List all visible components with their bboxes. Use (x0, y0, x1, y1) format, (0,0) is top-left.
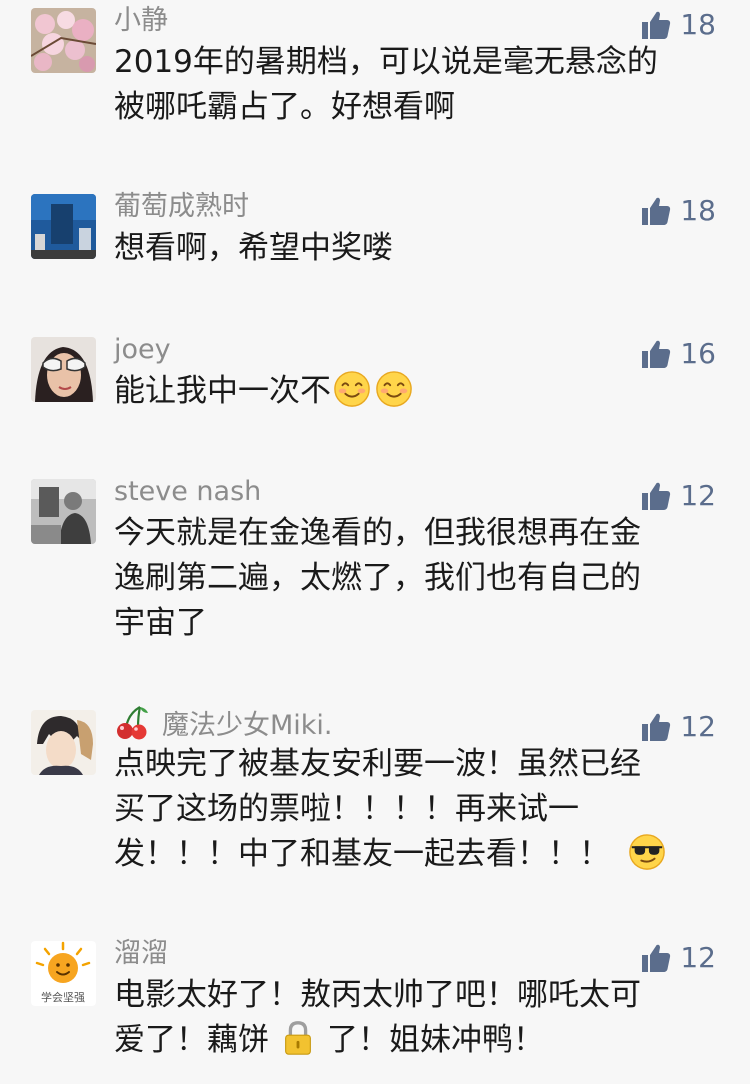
comment-list: 小静 18 2019年的暑期档，可以说是毫无悬念的 被哪吒霸占了。好想看啊 葡萄… (0, 0, 750, 1084)
like-count: 18 (680, 8, 716, 41)
commenter-name: steve nash (114, 476, 262, 507)
avatar[interactable] (31, 479, 96, 544)
like-button[interactable]: 18 (640, 192, 716, 230)
avatar[interactable] (31, 8, 96, 73)
avatar[interactable]: 学会坚强 (31, 941, 96, 1006)
comment-text-segment: 了！姐妹冲鸭！ (327, 1022, 544, 1058)
like-button[interactable]: 12 (640, 939, 716, 977)
commenter-name: 葡萄成熟时 (114, 191, 249, 222)
comment-text: 想看啊，希望中奖喽 (114, 230, 393, 266)
smiling-face-emoji (333, 370, 371, 408)
like-button[interactable]: 16 (640, 335, 716, 373)
like-button[interactable]: 12 (640, 477, 716, 515)
lock-emoji (285, 1021, 311, 1055)
comment-text-segment: 爱了！藕饼 (114, 1022, 269, 1058)
avatar[interactable] (31, 337, 96, 402)
comment-text-body: 能让我中一次不 (114, 373, 331, 409)
thumbs-up-icon (640, 942, 672, 974)
cherry-emoji (117, 706, 148, 740)
comment-text: 今天就是在金逸看的，但我很想再在金 逸刷第二遍，太燃了，我们也有自己的 宇宙了 (114, 515, 641, 641)
like-count: 18 (680, 194, 716, 227)
comment-text: 能让我中一次不 (114, 369, 714, 414)
comment-text-line: 点映完了被基友安利要一波！虽然已经 (114, 746, 641, 782)
like-count: 16 (680, 337, 716, 370)
smiling-face-emoji (375, 370, 413, 408)
like-count: 12 (680, 710, 716, 743)
comment-text-line: 电影太好了！敖丙太帅了吧！哪吒太可 (114, 977, 641, 1013)
like-button[interactable]: 18 (640, 6, 716, 44)
comment-text-line: 爱了！藕饼 了！姐妹冲鸭！ (114, 1018, 714, 1063)
like-count: 12 (680, 479, 716, 512)
commenter-name: 魔法少女Miki. (114, 704, 333, 745)
comment-text-line: 发！！！中了和基友一起去看！！！ (114, 832, 714, 877)
avatar-caption: 学会坚强 (41, 990, 85, 1004)
thumbs-up-icon (640, 338, 672, 370)
avatar[interactable] (31, 710, 96, 775)
thumbs-up-icon (640, 195, 672, 227)
comment-text: 电影太好了！敖丙太帅了吧！哪吒太可 爱了！藕饼 了！姐妹冲鸭！ (114, 973, 714, 1063)
comment-text: 点映完了被基友安利要一波！虽然已经 买了这场的票啦！！！！再来试一 发！！！中了… (114, 742, 714, 877)
commenter-name: joey (114, 334, 171, 365)
comment-text-segment: 发！！！中了和基友一起去看！！！ (114, 836, 610, 872)
thumbs-up-icon (640, 711, 672, 743)
comment-text: 2019年的暑期档，可以说是毫无悬念的 被哪吒霸占了。好想看啊 (114, 44, 658, 125)
thumbs-up-icon (640, 9, 672, 41)
commenter-name-text: 魔法少女Miki. (162, 710, 333, 741)
like-count: 12 (680, 941, 716, 974)
commenter-name: 小静 (114, 5, 168, 36)
like-button[interactable]: 12 (640, 708, 716, 746)
comment-text-line: 买了这场的票啦！！！！再来试一 (114, 791, 579, 827)
commenter-name: 溜溜 (114, 938, 168, 969)
thumbs-up-icon (640, 480, 672, 512)
avatar[interactable] (31, 194, 96, 259)
sunglasses-face-emoji (628, 833, 666, 871)
